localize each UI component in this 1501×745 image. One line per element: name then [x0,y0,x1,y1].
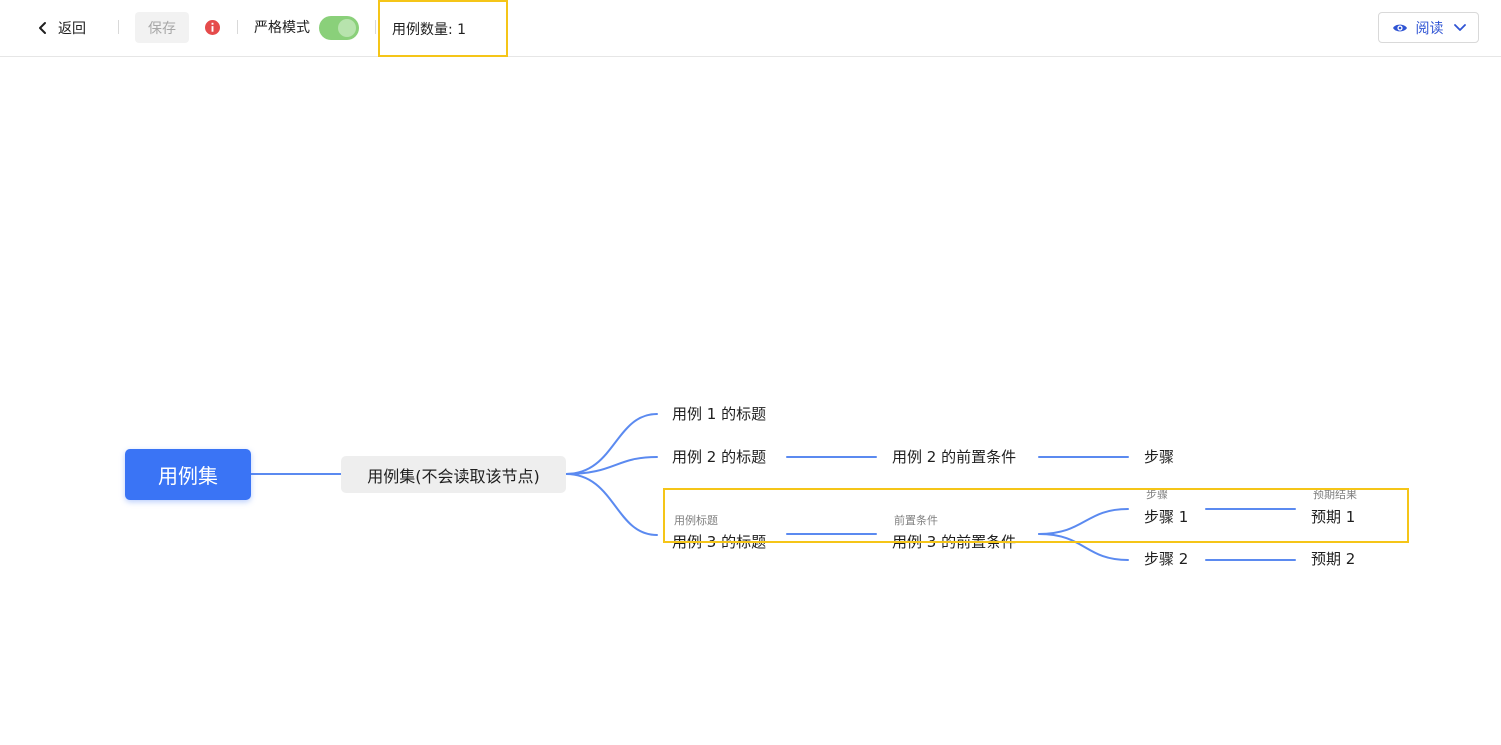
back-label: 返回 [58,21,86,37]
toggle-knob [338,19,356,37]
connector-suite-case1 [565,413,658,475]
case1-title-node[interactable]: 用例 1 的标题 [672,404,766,424]
case3-title-node[interactable]: 用例 3 的标题 [672,532,766,552]
strict-mode-label: 严格模式 [254,20,310,36]
step-tag: 步骤 [1146,488,1168,501]
expected-result-tag: 预期结果 [1313,488,1357,501]
case-count-label: 用例数量: 1 [392,21,467,38]
eye-icon [1392,24,1407,31]
toolbar: 返回 保存 严格模式 用例数量: 1 阅读 [0,0,1501,57]
case3-expected2-node[interactable]: 预期 2 [1311,549,1355,569]
case-title-tag: 用例标题 [674,514,718,527]
case2-step-node[interactable]: 步骤 [1144,447,1174,467]
info-icon[interactable] [205,20,220,35]
divider [237,20,238,34]
chevron-left-icon [39,22,46,34]
connector-suite-case3 [565,473,658,536]
view-mode-dropdown[interactable]: 阅读 [1378,12,1479,43]
divider [118,20,119,34]
connector-pre-step1 [1038,508,1129,535]
connector-pre-step2 [1038,533,1129,561]
root-node[interactable]: 用例集 [125,449,251,500]
chevron-down-icon [1453,23,1466,31]
back-button[interactable]: 返回 [36,16,86,40]
view-mode-label: 阅读 [1415,20,1444,37]
case3-step1-node[interactable]: 步骤 1 [1144,507,1188,527]
connector-lines [250,413,1296,561]
case2-title-node[interactable]: 用例 2 的标题 [672,447,766,467]
suite-node[interactable]: 用例集(不会读取该节点) [341,456,566,493]
case3-expected1-node[interactable]: 预期 1 [1311,507,1355,527]
case3-step2-node[interactable]: 步骤 2 [1144,549,1188,569]
mindmap-canvas[interactable] [0,57,1501,745]
precondition-tag: 前置条件 [894,514,938,527]
case-count-box: 用例数量: 1 [378,0,508,57]
divider [375,20,376,34]
case3-precondition-node[interactable]: 用例 3 的前置条件 [892,532,1016,552]
case2-precondition-node[interactable]: 用例 2 的前置条件 [892,447,1016,467]
save-button[interactable]: 保存 [135,12,189,43]
strict-mode-toggle[interactable] [319,16,359,40]
